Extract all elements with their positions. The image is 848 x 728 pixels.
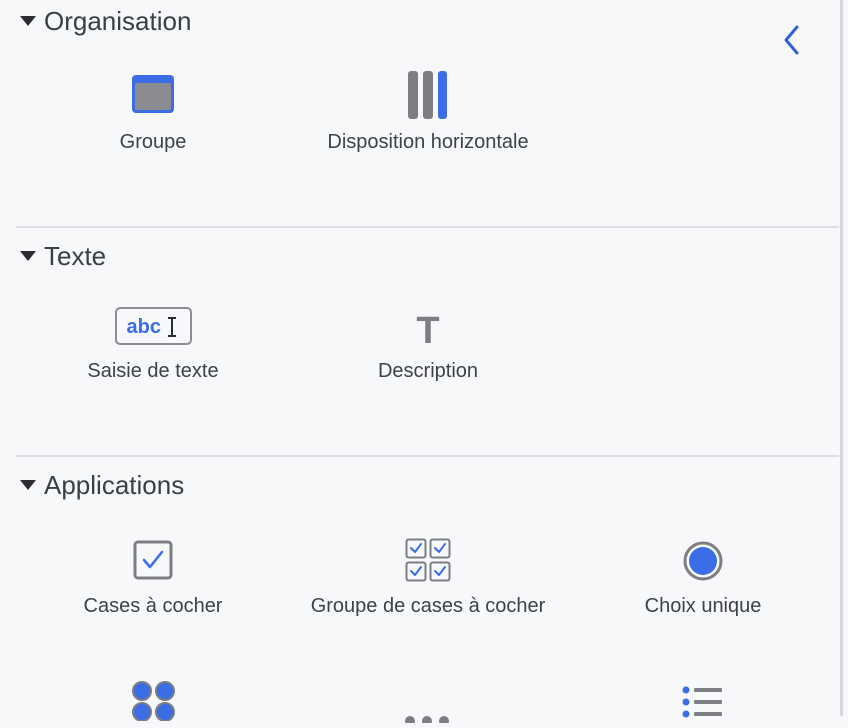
tool-label: Disposition horizontale xyxy=(327,131,529,153)
text-input-icon-text: abc xyxy=(126,316,161,338)
description-icon: T xyxy=(298,311,558,351)
caret-down-icon xyxy=(20,250,36,261)
tool-label: Choix unique xyxy=(644,595,762,617)
radio-icon xyxy=(573,540,833,582)
text-input-icon: abc xyxy=(23,307,283,345)
section-header-organisation[interactable]: Organisation xyxy=(20,6,191,37)
section-title: Applications xyxy=(44,470,185,500)
checkbox-group-icon xyxy=(298,538,558,582)
tool-label: Groupe de cases à cocher xyxy=(310,595,546,617)
chevron-left-icon xyxy=(784,25,799,55)
caret-down-icon xyxy=(20,15,36,26)
radio-group-icon[interactable] xyxy=(131,681,177,726)
checkbox-icon xyxy=(23,540,283,580)
section-divider xyxy=(16,226,839,228)
text-cursor-cap-bottom xyxy=(167,335,176,337)
panel-right-border[interactable] xyxy=(840,0,843,716)
tool-label: Description xyxy=(377,360,479,382)
horizontal-layout-icon xyxy=(298,70,558,120)
text-cursor-icon xyxy=(170,318,173,336)
text-cursor-cap-top xyxy=(167,317,176,319)
tool-label: Saisie de texte xyxy=(87,360,219,382)
dots-icon[interactable] xyxy=(404,710,452,728)
caret-down-icon xyxy=(20,479,36,490)
collapse-panel-button[interactable] xyxy=(776,22,808,58)
group-icon xyxy=(23,74,283,114)
tool-label: Groupe xyxy=(119,131,187,153)
section-header-texte[interactable]: Texte xyxy=(20,241,106,272)
description-icon-glyph: T xyxy=(416,310,440,352)
section-title: Organisation xyxy=(44,6,192,36)
tool-label: Cases à cocher xyxy=(83,595,223,617)
section-divider xyxy=(16,455,839,457)
section-header-applications[interactable]: Applications xyxy=(20,470,184,501)
list-icon[interactable] xyxy=(682,686,724,723)
section-title: Texte xyxy=(44,241,107,271)
